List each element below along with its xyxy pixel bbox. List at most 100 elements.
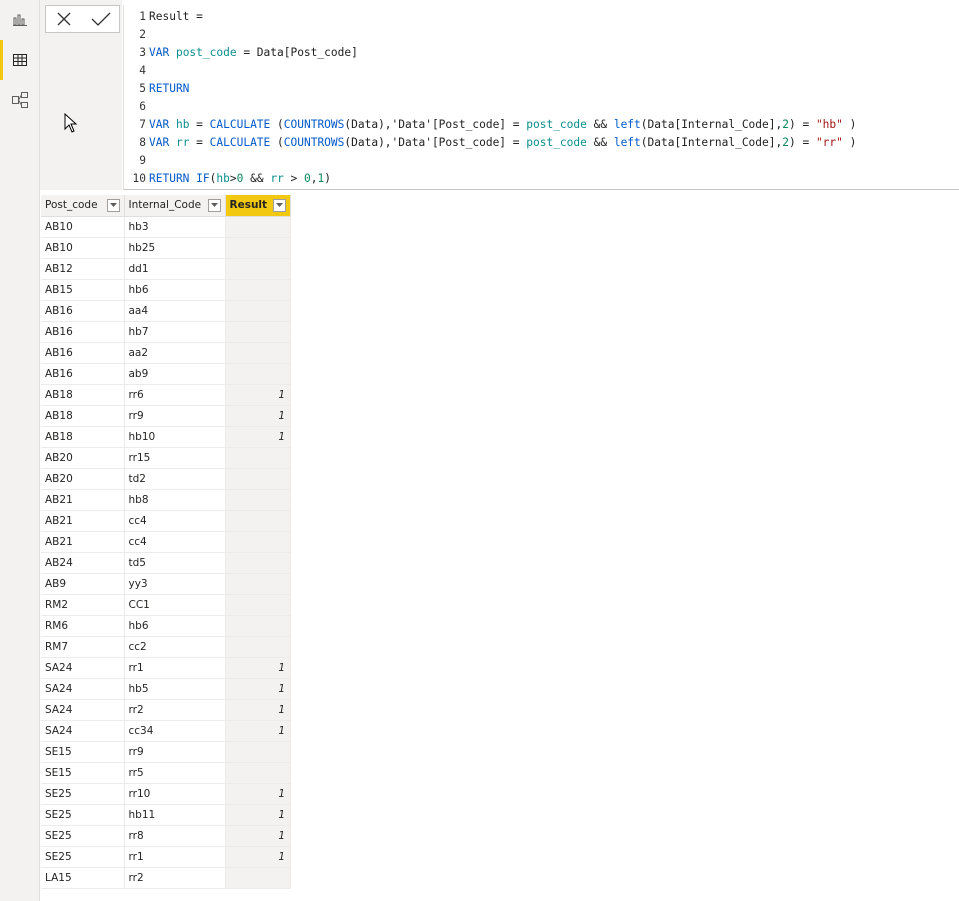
code-line[interactable]: 4 [124,62,149,80]
cell-post-code[interactable]: AB10 [41,216,125,238]
table-row[interactable]: AB16 hb7 [41,321,292,343]
cell-internal-code[interactable]: hb3 [124,216,226,238]
cell-post-code[interactable]: RM7 [41,636,125,658]
cell-result[interactable] [225,237,292,259]
cell-result[interactable] [225,363,292,385]
cell-internal-code[interactable]: rr9 [124,405,226,427]
cell-result[interactable] [225,300,292,322]
cell-result[interactable] [225,510,292,532]
cell-result[interactable]: 1 [225,846,292,868]
cell-internal-code[interactable]: rr10 [124,783,226,805]
table-row[interactable]: SE25 rr10 1 [41,783,292,805]
cell-internal-code[interactable]: aa4 [124,300,226,322]
cell-internal-code[interactable]: rr1 [124,657,226,679]
table-row[interactable]: SE25 rr1 1 [41,846,292,868]
cell-internal-code[interactable]: rr2 [124,867,226,889]
cell-internal-code[interactable]: rr15 [124,447,226,469]
table-row[interactable]: AB16 aa2 [41,342,292,364]
cell-result[interactable] [225,867,292,889]
cell-result[interactable] [225,279,292,301]
code-line[interactable]: 2 [124,26,149,44]
cell-post-code[interactable]: SE15 [41,762,125,784]
cell-post-code[interactable]: AB16 [41,300,125,322]
cell-post-code[interactable]: AB20 [41,468,125,490]
commit-formula-button[interactable] [87,7,115,31]
cell-result[interactable] [225,594,292,616]
code-line[interactable]: 7 VAR hb = CALCULATE (COUNTROWS(Data),'Da… [124,116,856,134]
cell-internal-code[interactable]: td5 [124,552,226,574]
cell-result[interactable] [225,342,292,364]
column-header-post-code[interactable]: Post_code [41,195,125,217]
cell-post-code[interactable]: AB16 [41,321,125,343]
table-row[interactable]: AB16 aa4 [41,300,292,322]
table-row[interactable]: AB24 td5 [41,552,292,574]
cell-post-code[interactable]: SA24 [41,720,125,742]
cell-internal-code[interactable]: rr5 [124,762,226,784]
cell-result[interactable]: 1 [225,657,292,679]
table-row[interactable]: AB21 hb8 [41,489,292,511]
table-row[interactable]: AB15 hb6 [41,279,292,301]
cell-post-code[interactable]: SA24 [41,699,125,721]
cell-result[interactable] [225,216,292,238]
table-row[interactable]: SE25 hb11 1 [41,804,292,826]
table-row[interactable]: AB20 rr15 [41,447,292,469]
cell-result[interactable]: 1 [225,720,292,742]
cell-result[interactable]: 1 [225,804,292,826]
table-row[interactable]: LA15 rr2 [41,867,292,889]
cell-post-code[interactable]: AB10 [41,237,125,259]
cell-post-code[interactable]: AB12 [41,258,125,280]
model-view-button[interactable] [0,80,40,120]
cell-post-code[interactable]: AB18 [41,426,125,448]
cell-post-code[interactable]: SE25 [41,804,125,826]
cell-post-code[interactable]: AB21 [41,510,125,532]
cell-post-code[interactable]: SE25 [41,825,125,847]
code-line[interactable]: 5 RETURN [124,80,189,98]
cell-post-code[interactable]: AB21 [41,489,125,511]
cell-result[interactable]: 1 [225,405,292,427]
table-row[interactable]: AB10 hb25 [41,237,292,259]
cell-result[interactable] [225,321,292,343]
cell-result[interactable]: 1 [225,426,292,448]
cell-result[interactable] [225,258,292,280]
table-row[interactable]: RM2 CC1 [41,594,292,616]
table-row[interactable]: SE25 rr8 1 [41,825,292,847]
filter-dropdown-icon[interactable] [273,198,287,212]
code-line[interactable]: 8 VAR rr = CALCULATE (COUNTROWS(Data),'Da… [124,134,856,152]
cell-result[interactable] [225,468,292,490]
cell-post-code[interactable]: RM6 [41,615,125,637]
code-line[interactable]: 10 RETURN IF(hb>0 && rr > 0,1) [124,170,332,188]
cell-internal-code[interactable]: cc34 [124,720,226,742]
cell-post-code[interactable]: SE15 [41,741,125,763]
cell-internal-code[interactable]: hb7 [124,321,226,343]
table-row[interactable]: SE15 rr5 [41,762,292,784]
code-line[interactable]: 9 [124,152,149,170]
cell-internal-code[interactable]: rr6 [124,384,226,406]
cell-result[interactable] [225,531,292,553]
table-row[interactable]: AB21 cc4 [41,531,292,553]
cell-post-code[interactable]: AB9 [41,573,125,595]
data-view-button[interactable] [0,40,40,80]
cancel-formula-button[interactable] [50,7,78,31]
cell-internal-code[interactable]: yy3 [124,573,226,595]
cell-post-code[interactable]: AB18 [41,384,125,406]
cell-internal-code[interactable]: hb8 [124,489,226,511]
report-view-button[interactable] [0,0,40,40]
cell-internal-code[interactable]: cc4 [124,531,226,553]
table-row[interactable]: AB18 hb10 1 [41,426,292,448]
cell-result[interactable]: 1 [225,678,292,700]
table-row[interactable]: AB20 td2 [41,468,292,490]
cell-post-code[interactable]: AB21 [41,531,125,553]
cell-internal-code[interactable]: hb5 [124,678,226,700]
cell-post-code[interactable]: AB16 [41,363,125,385]
table-row[interactable]: AB12 dd1 [41,258,292,280]
cell-internal-code[interactable]: dd1 [124,258,226,280]
table-row[interactable]: AB9 yy3 [41,573,292,595]
table-row[interactable]: RM6 hb6 [41,615,292,637]
cell-post-code[interactable]: SE25 [41,846,125,868]
table-row[interactable]: AB16 ab9 [41,363,292,385]
table-row[interactable]: SA24 hb5 1 [41,678,292,700]
cell-post-code[interactable]: LA15 [41,867,125,889]
cell-internal-code[interactable]: hb6 [124,615,226,637]
cell-internal-code[interactable]: hb10 [124,426,226,448]
cell-internal-code[interactable]: cc2 [124,636,226,658]
